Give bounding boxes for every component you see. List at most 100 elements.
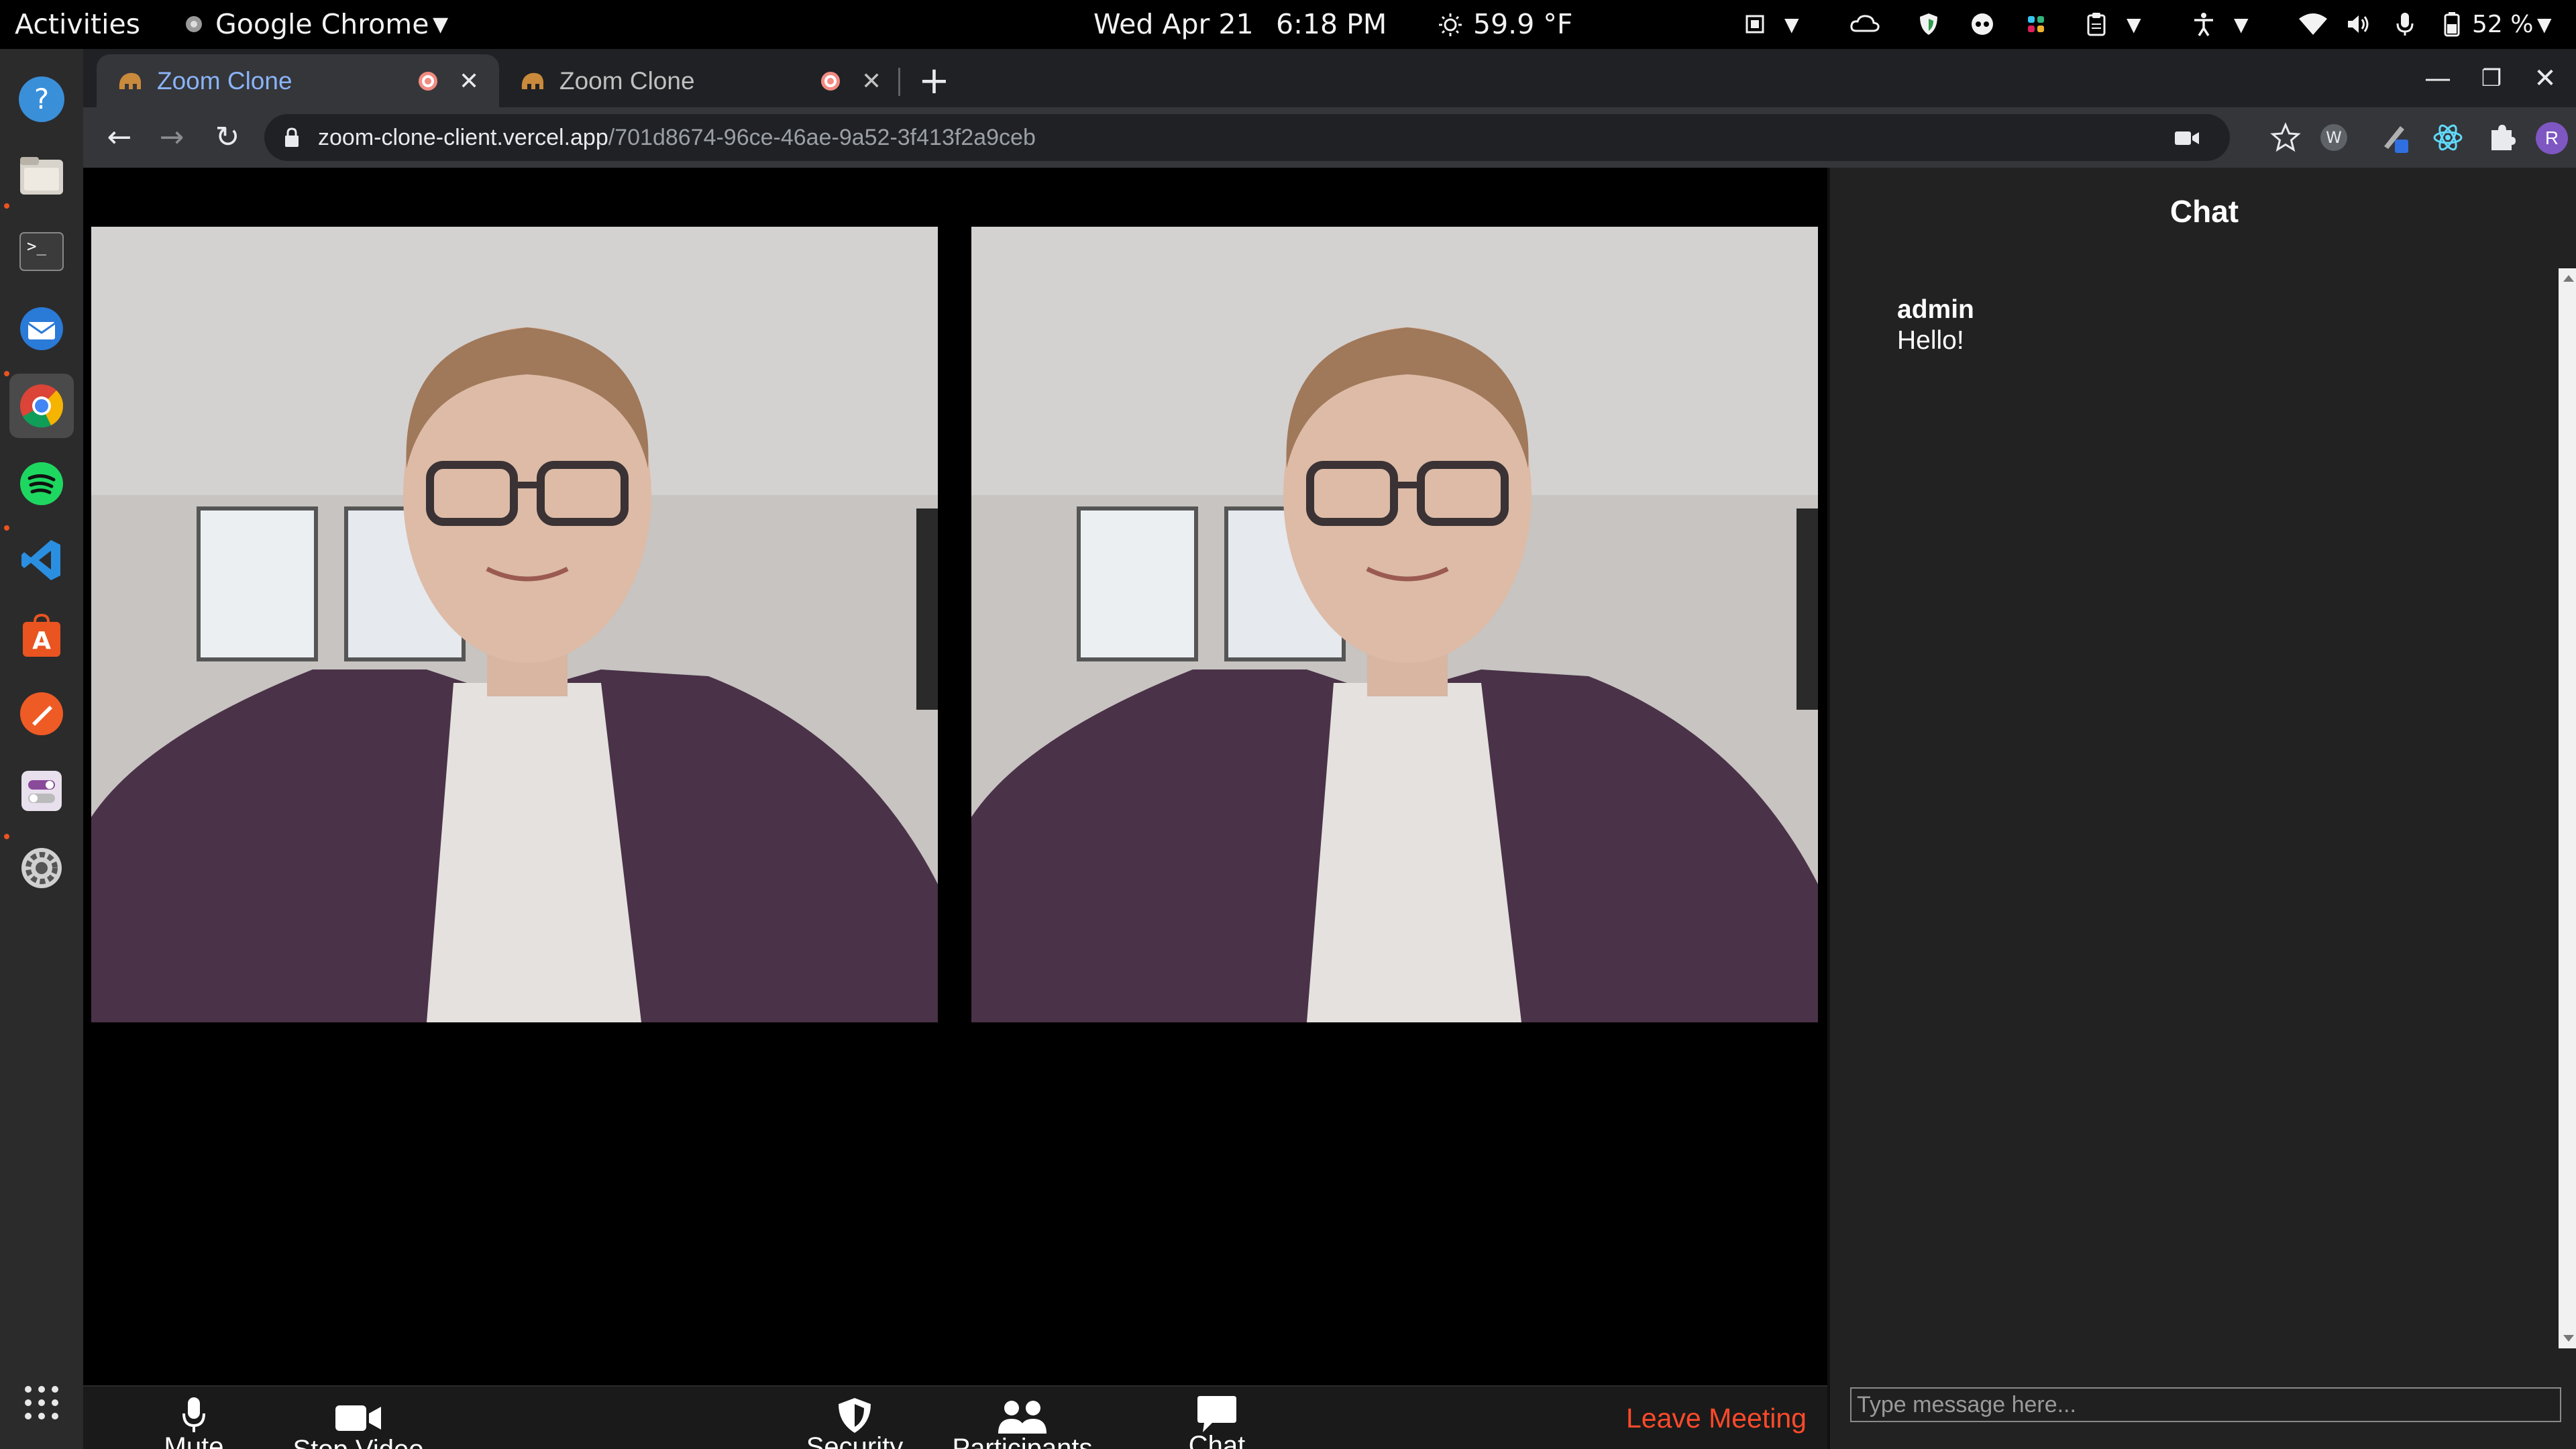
reload-button[interactable]: ↻ [207,117,248,158]
terminal-icon[interactable]: >_ [9,219,74,284]
participants-icon [998,1401,1046,1434]
participants-button[interactable]: Participants [942,1387,1103,1449]
extension-w-icon[interactable]: W [2317,121,2351,154]
camera-in-use-icon[interactable] [2174,129,2200,148]
url-text: zoom-clone-client.vercel.app/701d8674-96… [318,114,1036,161]
spotify-icon[interactable] [9,451,74,516]
profile-avatar[interactable]: R [2536,122,2568,154]
recording-icon [821,72,840,91]
video-camera-icon [335,1405,381,1431]
microphone-tray-icon[interactable] [2392,11,2418,38]
running-indicator [4,525,9,531]
video-tile-2 [971,227,1818,1022]
system-settings-icon[interactable] [9,836,74,900]
close-tab-icon[interactable]: ✕ [459,54,479,107]
stop-video-label: Stop Video [278,1435,439,1449]
message-author: admin [1897,295,1974,324]
minimize-button[interactable]: — [2418,58,2458,99]
chat-label: Chat [1188,1431,1246,1449]
bookmark-star-icon[interactable] [2270,122,2301,153]
address-bar[interactable]: zoom-clone-client.vercel.app/701d8674-96… [264,114,2230,161]
video-grid [83,168,1827,1385]
tab-title: Zoom Clone [157,67,292,95]
security-button[interactable]: Security [794,1387,915,1449]
chevron-down-icon[interactable]: ▼ [2537,0,2552,49]
weather-sun-icon [1439,13,1462,36]
react-devtools-icon[interactable] [2431,121,2465,154]
mute-label: Mute [164,1432,224,1449]
thunderbird-icon[interactable] [9,297,74,361]
back-button[interactable]: ← [99,117,140,158]
shield-tray-icon[interactable] [1915,11,1942,38]
running-indicator [4,203,9,209]
extensions-puzzle-icon[interactable] [2485,121,2518,154]
chat-message-input[interactable] [1850,1387,2561,1422]
page-content: Mute Stop Video Security Participants Ch… [83,168,2576,1449]
chrome-icon[interactable] [9,374,74,438]
date-label[interactable]: Wed Apr 21 [1093,0,1254,49]
chevron-down-icon[interactable]: ▼ [2127,0,2141,49]
svg-text:>_: >_ [27,237,46,256]
time-label[interactable]: 6:18 PM [1276,0,1387,49]
stop-video-button[interactable]: Stop Video [278,1387,439,1449]
show-applications-icon[interactable] [9,1371,74,1435]
close-tab-icon[interactable]: ✕ [861,54,881,107]
help-icon[interactable]: ? [9,67,74,131]
cpu-monitor-icon[interactable] [1741,11,1768,38]
mammoth-favicon-icon [119,72,141,89]
running-indicator [4,834,9,839]
system-top-bar: Activities Google Chrome ▼ Wed Apr 21 6:… [0,0,2576,49]
vscode-icon[interactable] [9,528,74,592]
browser-window: Zoom Clone ✕ Zoom Clone ✕ + — ❐ ✕ ← → ↻ … [83,49,2576,1449]
close-window-button[interactable]: ✕ [2525,58,2565,99]
chevron-down-icon: ▼ [433,13,449,36]
message-text: Hello! [1897,326,1964,355]
chat-panel: Chat admin Hello! [1827,168,2576,1449]
mute-button[interactable]: Mute [144,1387,244,1449]
url-host: zoom-clone-client.vercel.app [318,125,608,150]
volume-icon[interactable] [2345,11,2371,38]
slack-icon[interactable] [2023,11,2049,38]
extension-pencil-icon[interactable] [2377,121,2411,154]
participants-label: Participants [952,1434,1093,1449]
scroll-down-arrow[interactable] [2563,1335,2574,1342]
security-label: Security [806,1432,904,1449]
tab-zoom-clone-inactive[interactable]: Zoom Clone ✕ [499,54,902,107]
microphone-icon [182,1397,205,1432]
svg-text:W: W [2326,128,2342,147]
chat-button[interactable]: Chat [1170,1387,1264,1449]
restore-button[interactable]: ❐ [2471,58,2512,99]
new-tab-button[interactable]: + [918,54,950,107]
clipboard-icon[interactable] [2083,11,2110,38]
tab-divider [898,68,900,96]
chevron-down-icon[interactable]: ▼ [2234,0,2249,49]
battery-percent[interactable]: 52 % [2472,0,2533,49]
software-store-icon[interactable]: A [9,604,74,669]
chrome-small-icon [186,16,202,32]
chat-message: admin Hello! [1897,295,1974,356]
postman-icon[interactable] [9,682,74,746]
tab-title: Zoom Clone [559,67,695,95]
webcam-video-feed [91,227,938,1022]
wifi-icon[interactable] [2298,11,2328,38]
shield-icon [839,1398,871,1433]
tab-zoom-clone-active[interactable]: Zoom Clone ✕ [97,54,499,107]
scroll-up-arrow[interactable] [2563,275,2574,282]
svg-text:A: A [32,627,51,655]
activities-button[interactable]: Activities [15,0,140,49]
recording-icon [419,72,437,91]
chat-scrollbar[interactable] [2559,268,2576,1348]
cloud-icon[interactable] [1848,11,1882,38]
leave-meeting-button[interactable]: Leave Meeting [1626,1387,1807,1449]
weather-label: 59.9 °F [1473,8,1573,40]
files-icon[interactable] [9,144,74,208]
chevron-down-icon[interactable]: ▼ [1784,0,1799,49]
game-controller-icon[interactable] [1969,11,1996,38]
mammoth-favicon-icon [521,72,543,89]
lock-icon [285,127,299,147]
accessibility-icon[interactable] [2190,11,2217,38]
dock: ? >_ A [0,49,83,1449]
battery-icon[interactable] [2438,11,2465,38]
forward-button[interactable]: → [152,117,192,158]
settings-toggle-icon[interactable] [9,759,74,823]
